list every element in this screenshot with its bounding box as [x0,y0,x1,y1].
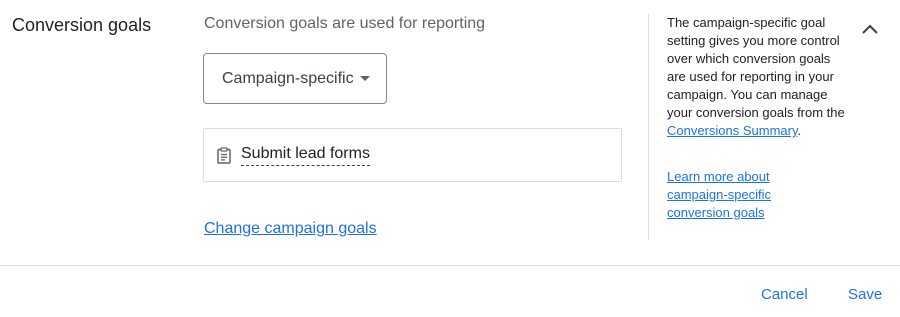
help-text-end: . [797,123,802,138]
goal-setting-dropdown[interactable]: Campaign-specific [203,53,387,104]
help-text: The campaign-specific goal setting gives… [667,14,847,140]
horizontal-divider [0,265,900,266]
conversions-summary-link[interactable]: Conversions Summary [667,123,798,138]
clipboard-icon [216,146,232,164]
conversion-goals-panel: Conversion goals Conversion goals are us… [0,0,900,317]
section-subtitle: Conversion goals are used for reporting [204,15,486,32]
goal-label[interactable]: Submit lead forms [241,145,370,166]
section-title: Conversion goals [12,15,152,35]
change-campaign-goals-link[interactable]: Change campaign goals [204,220,377,238]
dropdown-selected-value: Campaign-specific [222,69,354,87]
chevron-up-icon [862,24,878,34]
arrow-drop-down-icon [360,76,370,81]
cancel-button[interactable]: Cancel [761,286,808,303]
collapse-button[interactable] [858,17,882,41]
save-button[interactable]: Save [848,286,882,303]
vertical-divider [648,14,649,240]
goal-list-item: Submit lead forms [203,128,622,182]
learn-more-link[interactable]: Learn more about campaign-specific conve… [667,168,817,222]
help-text-body: The campaign-specific goal setting gives… [667,15,845,120]
